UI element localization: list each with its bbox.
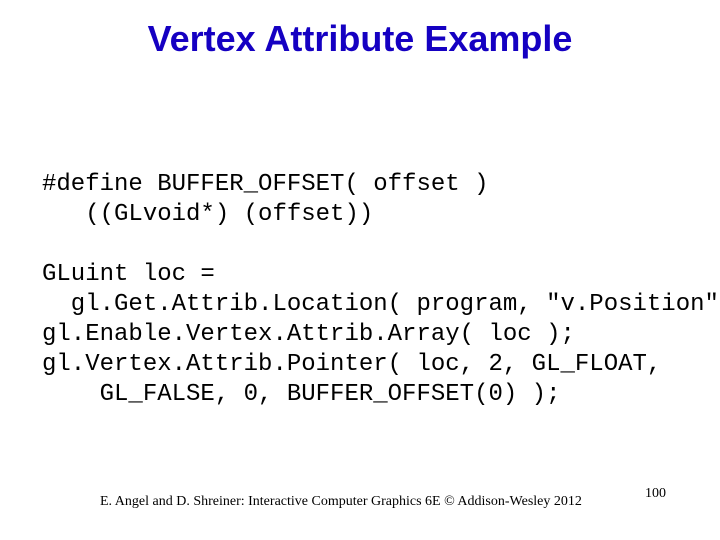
page-number: 100 (645, 486, 666, 502)
page-title: Vertex Attribute Example (0, 18, 720, 60)
code-block: #define BUFFER_OFFSET( offset ) ((GLvoid… (42, 170, 708, 410)
footer-citation: E. Angel and D. Shreiner: Interactive Co… (100, 494, 582, 510)
slide: Vertex Attribute Example #define BUFFER_… (0, 0, 720, 540)
